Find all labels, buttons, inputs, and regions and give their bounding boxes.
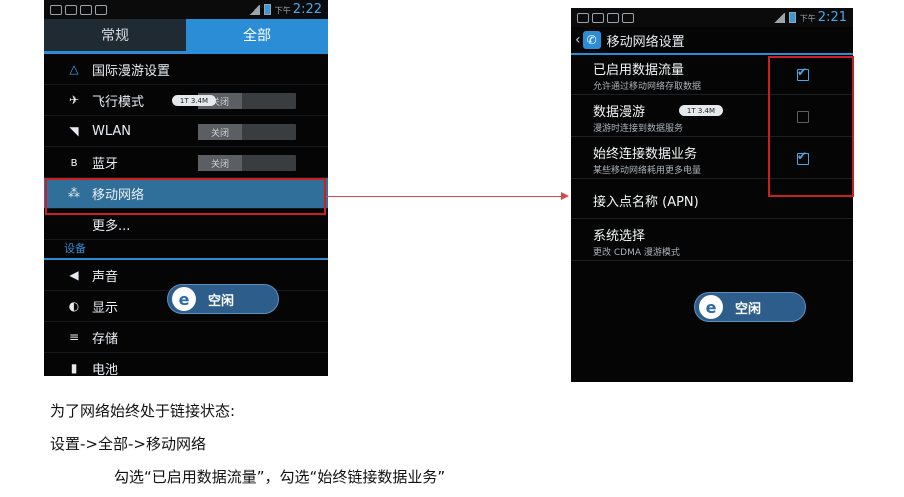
status-bar: 下午 2:22: [44, 0, 328, 19]
back-chevron-icon[interactable]: ‹: [575, 32, 581, 48]
menu-item-label: 电池: [92, 362, 119, 377]
highlight-checkboxes: [768, 56, 854, 197]
idle-label: 空闲: [208, 293, 235, 309]
toggle-label: 关闭: [198, 155, 242, 171]
idle-label: 空闲: [735, 301, 762, 317]
title-bar: ‹ ✆ 移动网络设置: [571, 27, 853, 55]
idle-status-button[interactable]: e 空闲: [167, 284, 279, 314]
highlight-mobile-network: [45, 178, 326, 215]
triangle-icon: △: [69, 62, 79, 76]
brightness-icon: ◐: [68, 299, 80, 313]
menu-item-label: 蓝牙: [92, 156, 119, 172]
signal-icon: [248, 4, 260, 15]
menu-item-roaming-settings[interactable]: △ 国际漫游设置: [44, 54, 328, 85]
menu-item-battery[interactable]: ▮ 电池: [44, 353, 328, 376]
menu-item-bluetooth[interactable]: ʙ 蓝牙 关闭: [44, 147, 328, 178]
connector-line: [326, 196, 567, 197]
battery-status-icon: [263, 4, 271, 15]
caption-line-2: 设置->全部->移动网络: [50, 435, 206, 453]
phone-settings-icon: ✆: [582, 31, 601, 49]
usb-icon: [622, 12, 634, 23]
shield-icon: [577, 12, 589, 23]
battery-icon: ▮: [70, 361, 78, 375]
browser-e-icon: e: [172, 287, 196, 311]
browser-e-icon: e: [699, 295, 723, 319]
message-icon: [592, 12, 604, 23]
bluetooth-toggle[interactable]: 关闭: [198, 155, 296, 171]
notification-icons: [50, 4, 107, 15]
tab-general[interactable]: 常规: [44, 19, 186, 51]
browser-icon: [80, 4, 92, 15]
setting-system-select[interactable]: 系统选择 更改 CDMA 漫游模式: [571, 219, 853, 261]
status-clock: 下午 2:21: [799, 10, 847, 25]
setting-title: 系统选择: [593, 229, 646, 244]
shield-icon: [50, 4, 62, 15]
airplane-icon: ✈: [68, 93, 80, 107]
status-bar: 下午 2:21: [571, 8, 853, 27]
menu-item-label: 存储: [92, 331, 119, 347]
menu-item-storage[interactable]: ≡ 存储: [44, 322, 328, 353]
storage-icon: ≡: [68, 330, 80, 344]
menu-item-label: 更多...: [92, 218, 131, 234]
menu-item-wlan[interactable]: ◥ WLAN 关闭: [44, 116, 328, 147]
bluetooth-icon: ʙ: [70, 155, 78, 169]
section-header-device: 设备: [44, 240, 328, 260]
tab-all[interactable]: 全部: [186, 19, 328, 51]
page-title: 移动网络设置: [606, 34, 685, 50]
network-speed-badge: 1T 3.4M: [679, 105, 723, 116]
notification-icons: [577, 12, 634, 23]
menu-item-label: 飞行模式: [92, 94, 145, 110]
caption-line-1: 为了网络始终处于链接状态:: [50, 402, 236, 420]
network-speed-badge: 1T 3.4M: [172, 95, 216, 106]
caption-line-3: 勾选“已启用数据流量”，勾选“始终链接数据业务”: [114, 468, 446, 486]
menu-item-label: 国际漫游设置: [92, 63, 171, 79]
menu-item-label: 显示: [92, 300, 119, 316]
arrow-right-icon: [561, 192, 569, 200]
battery-status-icon: [788, 12, 796, 23]
menu-item-airplane-mode[interactable]: ✈ 飞行模式 关闭 1T 3.4M: [44, 85, 328, 116]
usb-icon: [95, 4, 107, 15]
menu-item-label: 声音: [92, 269, 119, 285]
wifi-icon: ◥: [69, 124, 79, 138]
settings-tabs: 常规 全部: [44, 19, 328, 51]
speaker-icon: ◀: [69, 268, 79, 282]
browser-icon: [607, 12, 619, 23]
message-icon: [65, 4, 77, 15]
signal-icon: [773, 12, 785, 23]
setting-subtitle: 更改 CDMA 漫游模式: [593, 248, 680, 258]
menu-item-label: WLAN: [92, 123, 132, 139]
toggle-label: 关闭: [198, 124, 242, 140]
idle-status-button[interactable]: e 空闲: [694, 292, 806, 322]
status-clock: 下午 2:22: [274, 2, 322, 17]
wlan-toggle[interactable]: 关闭: [198, 124, 296, 140]
